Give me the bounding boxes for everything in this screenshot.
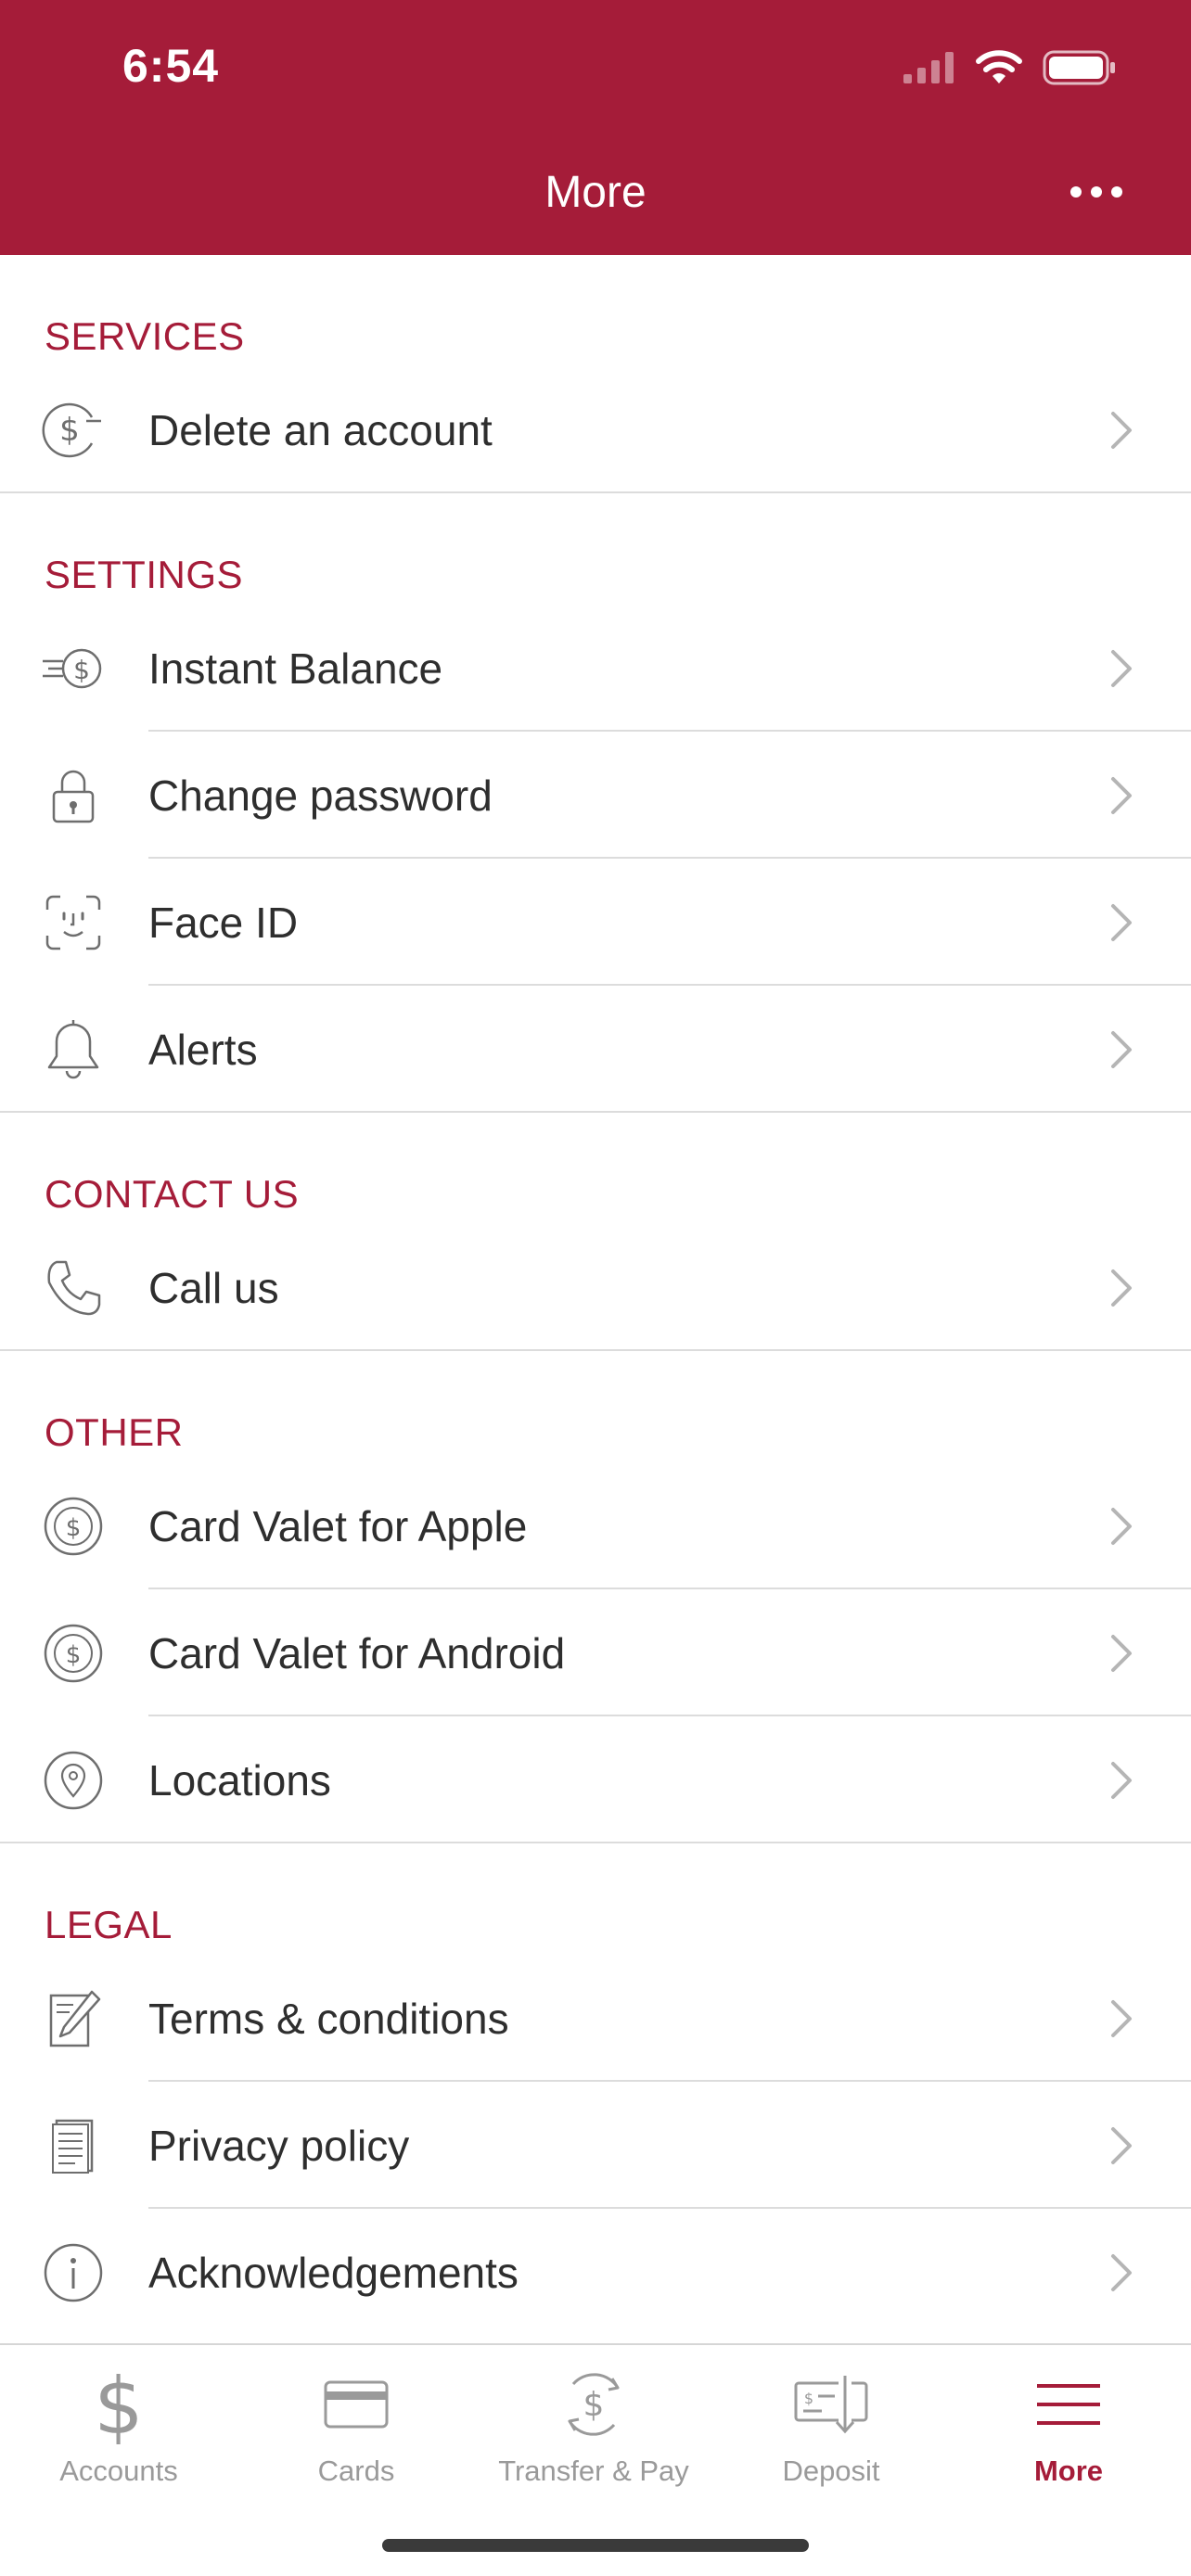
- list-item-face-id[interactable]: Face ID: [0, 859, 1191, 986]
- svg-text:$: $: [804, 2390, 813, 2407]
- list-item-label: Locations: [148, 1755, 331, 1804]
- list-item-label: Face ID: [148, 898, 299, 947]
- tab-label: Accounts: [59, 2455, 178, 2487]
- chevron-right-icon: [1111, 903, 1132, 941]
- status-icons: [903, 46, 1117, 89]
- section-title-contact: CONTACT US: [45, 1172, 300, 1216]
- header: 6:54 More: [0, 0, 1191, 255]
- tab-label: More: [1033, 2455, 1104, 2487]
- chevron-right-icon: [1111, 1030, 1132, 1068]
- check-deposit-icon: $: [712, 2360, 950, 2449]
- transfer-dollar-icon: $: [475, 2360, 712, 2449]
- svg-text:$: $: [94, 2365, 143, 2444]
- chevron-right-icon: [1111, 1999, 1132, 2037]
- tab-more[interactable]: More: [950, 2360, 1187, 2499]
- tab-transfer-pay[interactable]: $ Transfer & Pay: [475, 2360, 712, 2499]
- dollar-coin-icon: $: [41, 1621, 106, 1686]
- tab-label: Cards: [317, 2455, 395, 2487]
- svg-text:$: $: [583, 2386, 605, 2424]
- chevron-right-icon: [1111, 2253, 1132, 2291]
- list-item-label: Alerts: [148, 1025, 258, 1074]
- svg-text:$: $: [66, 1641, 82, 1669]
- bell-icon: [41, 1017, 106, 1082]
- hamburger-menu-icon: [950, 2360, 1187, 2449]
- section-title-other: OTHER: [45, 1410, 184, 1454]
- tab-deposit[interactable]: $ Deposit: [712, 2360, 950, 2499]
- home-indicator[interactable]: [382, 2539, 809, 2552]
- battery-icon: [1043, 50, 1115, 85]
- chevron-right-icon: [1111, 2126, 1132, 2164]
- dollar-coin-icon: $: [41, 1494, 106, 1559]
- chevron-right-icon: [1111, 1761, 1132, 1799]
- list-item-label: Call us: [148, 1263, 279, 1312]
- phone-icon: [41, 1256, 106, 1320]
- wifi-icon: [976, 50, 1022, 83]
- list-item-instant-balance[interactable]: $ Instant Balance: [0, 605, 1191, 732]
- list-item-label: Card Valet for Android: [148, 1628, 566, 1677]
- list-item-label: Card Valet for Apple: [148, 1501, 528, 1550]
- dollar-sign-icon: $: [0, 2360, 237, 2449]
- instant-balance-icon: $: [41, 636, 106, 701]
- tab-cards[interactable]: Cards: [237, 2360, 475, 2499]
- svg-text:$: $: [73, 655, 90, 685]
- list-item-label: Change password: [148, 771, 493, 820]
- cellular-signal-icon: [903, 52, 954, 83]
- chevron-right-icon: [1111, 649, 1132, 687]
- face-id-icon: [41, 890, 106, 955]
- chevron-right-icon: [1111, 776, 1132, 814]
- tab-label: Transfer & Pay: [498, 2455, 689, 2487]
- chevron-right-icon: [1111, 411, 1132, 449]
- settings-list[interactable]: SERVICES $ Delete an account SETTINGS $ …: [0, 255, 1191, 2343]
- list-item-alerts[interactable]: Alerts: [0, 986, 1191, 1113]
- list-item-label: Privacy policy: [148, 2121, 410, 2170]
- list-item-call-us[interactable]: Call us: [0, 1224, 1191, 1351]
- section-title-legal: LEGAL: [45, 1903, 173, 1946]
- list-item-label: Instant Balance: [148, 644, 443, 693]
- document-pen-icon: [41, 1986, 106, 2051]
- list-item-label: Delete an account: [148, 405, 493, 454]
- status-time: 6:54: [122, 40, 220, 92]
- more-options-icon[interactable]: [1069, 178, 1124, 206]
- dollar-minus-icon: $: [41, 398, 106, 463]
- list-item-label: Acknowledgements: [148, 2248, 519, 2297]
- tab-label: Deposit: [782, 2455, 880, 2487]
- svg-text:$: $: [66, 1514, 82, 1542]
- list-item-label: Terms & conditions: [148, 1994, 509, 2043]
- list-item-card-valet-android[interactable]: $ Card Valet for Android: [0, 1589, 1191, 1716]
- list-item-locations[interactable]: Locations: [0, 1716, 1191, 1843]
- info-icon: [41, 2240, 106, 2305]
- list-item-delete-account[interactable]: $ Delete an account: [0, 366, 1191, 493]
- tab-accounts[interactable]: $ Accounts: [0, 2360, 237, 2499]
- section-title-services: SERVICES: [45, 314, 245, 358]
- chevron-right-icon: [1111, 1507, 1132, 1545]
- chevron-right-icon: [1111, 1634, 1132, 1672]
- location-pin-icon: [41, 1748, 106, 1813]
- list-item-privacy[interactable]: Privacy policy: [0, 2082, 1191, 2209]
- chevron-right-icon: [1111, 1269, 1132, 1307]
- section-title-settings: SETTINGS: [45, 553, 244, 596]
- app-screen: 6:54 More SERVICES $ Delete an account S…: [0, 0, 1191, 2576]
- list-item-terms[interactable]: Terms & conditions: [0, 1955, 1191, 2082]
- list-item-change-password[interactable]: Change password: [0, 732, 1191, 859]
- credit-card-icon: [237, 2360, 475, 2449]
- document-lines-icon: [41, 2113, 106, 2178]
- lock-icon: [41, 763, 106, 828]
- list-item-acknowledgements[interactable]: Acknowledgements: [0, 2209, 1191, 2336]
- svg-text:$: $: [59, 412, 80, 449]
- page-title: More: [544, 168, 647, 217]
- list-item-card-valet-apple[interactable]: $ Card Valet for Apple: [0, 1462, 1191, 1589]
